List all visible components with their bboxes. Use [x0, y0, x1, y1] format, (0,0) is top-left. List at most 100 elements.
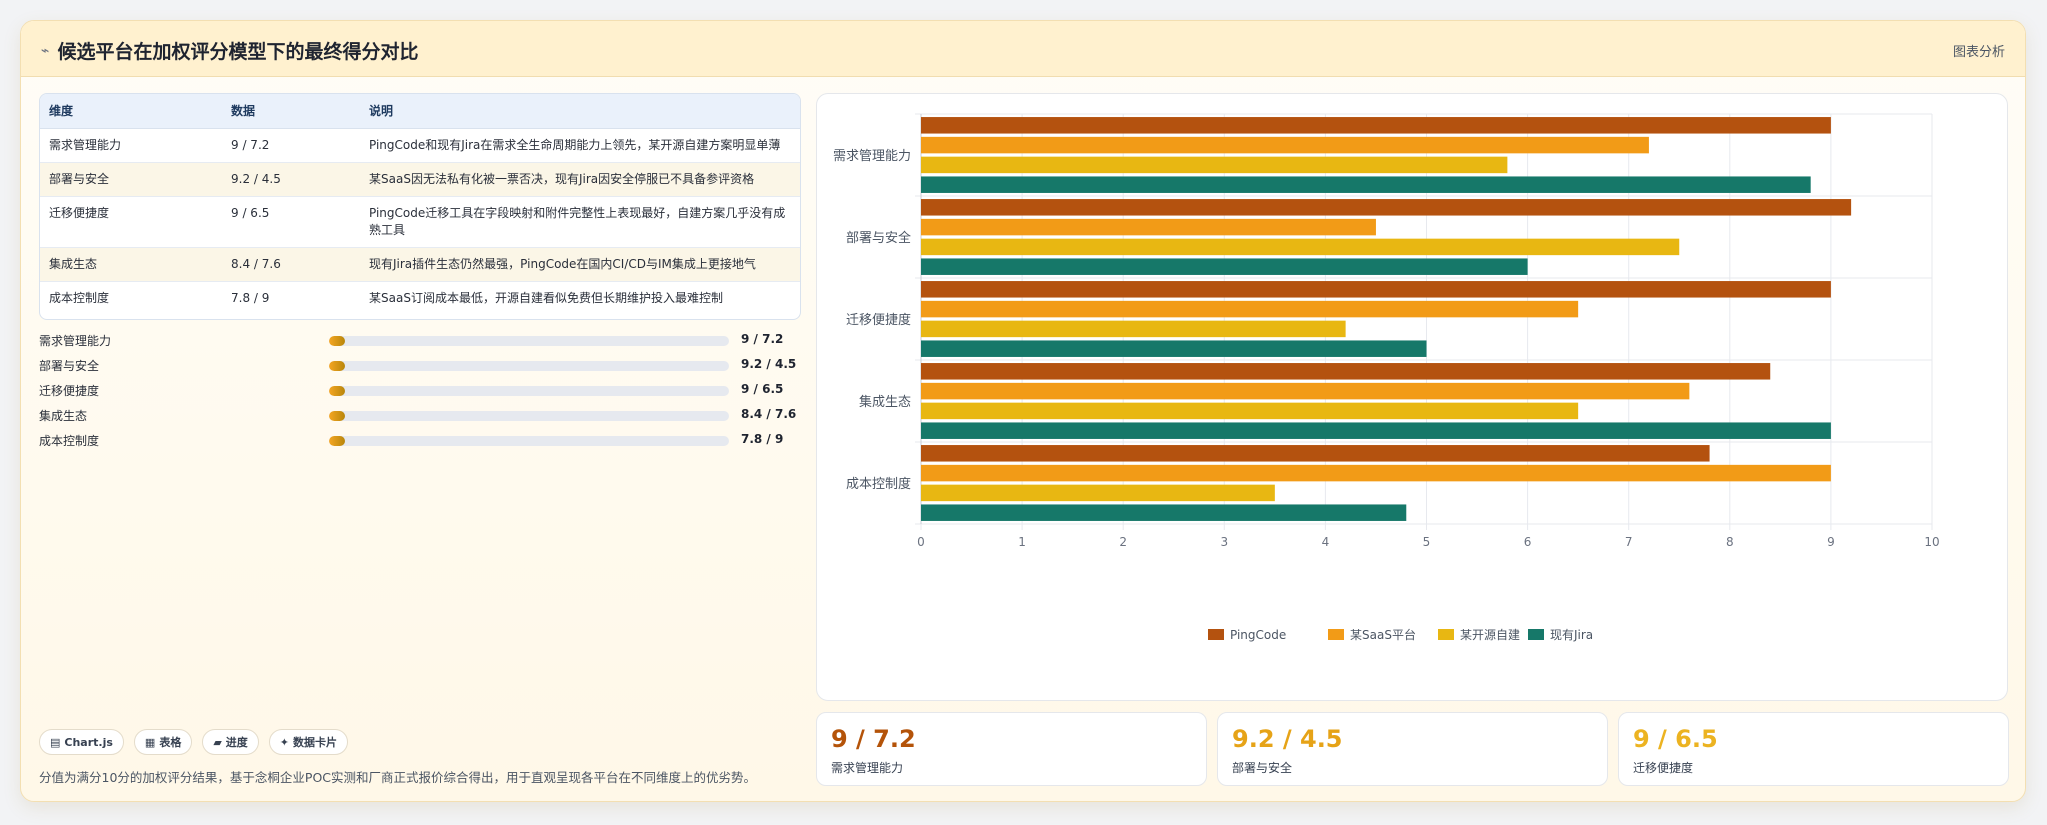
chart-line-icon: ⌁ [41, 42, 50, 59]
progress-track [329, 386, 729, 396]
bar-现有Jira [921, 176, 1811, 193]
chip-label: Chart.js [64, 735, 113, 749]
y-tick-label: 集成生态 [859, 394, 911, 410]
progress-track [329, 411, 729, 421]
chip-data-card[interactable]: ✦ 数据卡片 [268, 729, 349, 755]
bar-某SaaS平台 [921, 218, 1376, 236]
stat-value: 9 / 7.2 [831, 725, 916, 753]
legend-label: 现有Jira [1550, 628, 1593, 642]
progress-label: 部署与安全 [39, 359, 100, 373]
y-tick-label: 需求管理能力 [833, 149, 911, 164]
progress-track [329, 336, 729, 346]
table-icon: ▦ [144, 735, 156, 749]
x-tick-label: 5 [1423, 535, 1431, 549]
table-cell: 迁移便捷度 [40, 196, 222, 248]
stat-label: 部署与安全 [1232, 761, 1293, 775]
bar-某SaaS平台 [921, 464, 1831, 482]
stat-value: 9.2 / 4.5 [1232, 725, 1343, 753]
stat-card: 9 / 6.5 迁移便捷度 [1618, 712, 2009, 786]
chip-label: 进度 [225, 736, 248, 749]
table-cell: 需求管理能力 [40, 128, 222, 163]
legend-label: PingCode [1230, 628, 1286, 642]
progress-row: 部署与安全 9.2 / 4.5 [39, 353, 801, 378]
bar-某开源自建 [921, 238, 1680, 256]
table-cell: 9.2 / 4.5 [222, 162, 360, 197]
x-tick-label: 7 [1625, 535, 1633, 549]
progress-row: 迁移便捷度 9 / 6.5 [39, 378, 801, 403]
bar-PingCode [921, 281, 1831, 298]
table-row: 需求管理能力 9 / 7.2 PingCode和现有Jira在需求全生命周期能力… [40, 128, 800, 163]
table-row: 集成生态 8.4 / 7.6 现有Jira插件生态仍然最强，PingCode在国… [40, 247, 800, 282]
bar-某SaaS平台 [921, 382, 1690, 400]
legend-swatch [1438, 629, 1454, 640]
bar-某SaaS平台 [921, 300, 1579, 318]
progress-fill [329, 336, 345, 346]
legend-swatch [1528, 629, 1544, 640]
stat-label: 迁移便捷度 [1633, 761, 1694, 775]
table-cell: 成本控制度 [49, 290, 110, 305]
table-cell: 部署与安全 [40, 162, 222, 197]
progress-row: 集成生态 8.4 / 7.6 [39, 403, 801, 428]
chip-chartjs[interactable]: ▤ Chart.js [39, 729, 124, 755]
progress-value: 9 / 6.5 [741, 382, 784, 396]
progress-row: 需求管理能力 9 / 7.2 [39, 328, 801, 353]
progress-list: 需求管理能力 9 / 7.2 部署与安全 9.2 / 4.5 迁移便捷度 9 /… [39, 328, 801, 453]
bar-PingCode [921, 199, 1852, 216]
legend-swatch [1208, 629, 1224, 640]
column-header-dimension: 维度 [40, 94, 222, 129]
legend-label: 某开源自建 [1460, 628, 1520, 642]
progress-value: 7.8 / 9 [741, 432, 784, 446]
table-cell: 9 / 7.2 [222, 128, 360, 163]
x-tick-label: 0 [917, 535, 925, 549]
table-cell: 集成生态 [40, 247, 222, 282]
progress-fill [329, 361, 345, 371]
table-cell: 7.8 / 9 [231, 290, 270, 305]
progress-icon: ▰ [213, 735, 222, 749]
legend-label: 某SaaS平台 [1350, 627, 1416, 642]
table-cell: 8.4 / 7.6 [222, 247, 360, 282]
chip-progress[interactable]: ▰ 进度 [202, 729, 259, 755]
legend-swatch [1328, 629, 1344, 640]
stat-label: 需求管理能力 [831, 761, 904, 775]
x-tick-label: 3 [1220, 535, 1228, 549]
bar-现有Jira [921, 258, 1528, 275]
bar-PingCode [921, 445, 1710, 462]
bar-某开源自建 [921, 320, 1346, 338]
x-tick-label: 8 [1726, 535, 1734, 549]
bar-PingCode [921, 117, 1831, 134]
y-tick-label: 部署与安全 [846, 230, 911, 246]
comparison-card: ⌁ 候选平台在加权评分模型下的最终得分对比 图表分析 维度 数据 说明 需求管理… [20, 20, 2026, 802]
progress-value: 8.4 / 7.6 [741, 407, 797, 421]
bar-PingCode [921, 363, 1771, 380]
data-table: 维度 数据 说明 需求管理能力 9 / 7.2 PingCode和现有Jira在… [39, 93, 801, 320]
chart-analysis-link[interactable]: 图表分析 [1953, 41, 2005, 60]
x-tick-label: 4 [1322, 535, 1330, 549]
progress-label: 成本控制度 [39, 434, 100, 448]
chart-icon: ▤ [50, 735, 61, 749]
y-tick-label: 迁移便捷度 [846, 312, 911, 328]
table-row: 迁移便捷度 9 / 6.5 PingCode迁移工具在字段映射和附件完整性上表现… [40, 196, 800, 248]
x-tick-label: 9 [1827, 535, 1835, 549]
stat-card: 9.2 / 4.5 部署与安全 [1217, 712, 1608, 786]
stat-card: 9 / 7.2 需求管理能力 [816, 712, 1207, 786]
bar-某开源自建 [921, 156, 1508, 174]
page-title-text: 候选平台在加权评分模型下的最终得分对比 [57, 41, 419, 63]
x-tick-label: 10 [1924, 535, 1939, 549]
x-tick-label: 1 [1018, 535, 1026, 549]
x-tick-label: 2 [1119, 535, 1127, 549]
bar-现有Jira [921, 504, 1407, 521]
table-cell: 某SaaS订阅成本最低，开源自建看似免费但长期维护投入最难控制 [369, 290, 723, 305]
bar-现有Jira [921, 422, 1831, 439]
table-cell: 9 / 6.5 [222, 196, 360, 248]
column-header-data: 数据 [222, 94, 360, 129]
chart-panel: 0 1 2 3 4 5 6 7 8 9 10 需求管理能力 部署与安全 迁移便捷度 集成生态 成本控制度 Pin… [816, 93, 2008, 701]
column-header-description: 说明 [360, 94, 800, 129]
chip-table[interactable]: ▦ 表格 [133, 729, 193, 755]
table-cell: 某SaaS因无法私有化被一票否决，现有Jira因安全停服已不具备参评资格 [360, 162, 800, 197]
table-row: 部署与安全 9.2 / 4.5 某SaaS因无法私有化被一票否决，现有Jira因… [40, 162, 800, 197]
x-tick-label: 6 [1524, 535, 1532, 549]
card-header: ⌁ 候选平台在加权评分模型下的最终得分对比 图表分析 [21, 21, 2025, 77]
progress-value: 9 / 7.2 [741, 332, 784, 346]
bar-现有Jira [921, 340, 1427, 357]
page-title: ⌁ 候选平台在加权评分模型下的最终得分对比 [41, 37, 418, 64]
